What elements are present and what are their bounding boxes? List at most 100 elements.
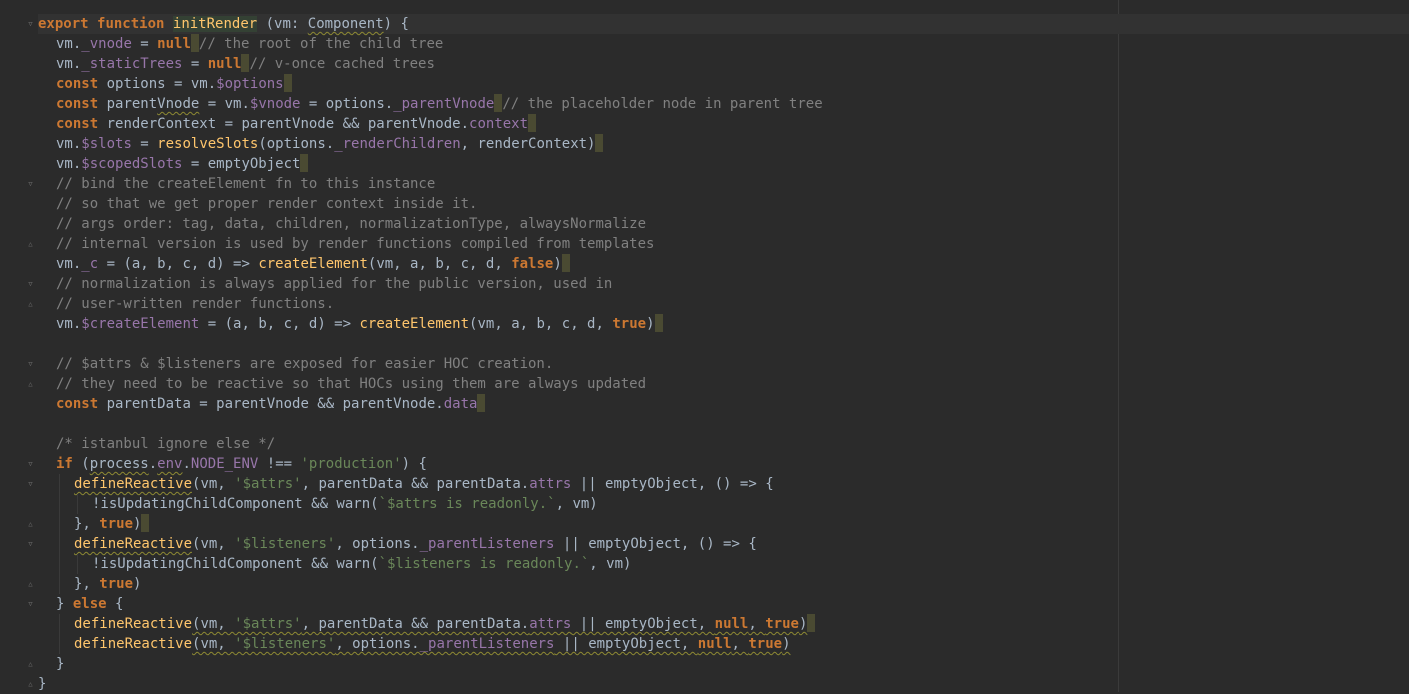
code-token: function [97, 16, 165, 32]
indent-guide [59, 614, 60, 634]
code-line[interactable]: const renderContext = parentVnode && par… [38, 114, 1409, 134]
code-token: process [89, 456, 149, 472]
code-line[interactable]: export function initRender (vm: Componen… [38, 14, 1409, 34]
code-line[interactable]: if (process.env.NODE_ENV !== 'production… [38, 454, 1409, 474]
code-line[interactable]: // normalization is always applied for t… [38, 274, 1409, 294]
code-token: attrs [529, 476, 572, 492]
code-token: , [731, 636, 749, 652]
code-token: context [469, 116, 529, 132]
fold-open-icon[interactable] [26, 600, 35, 609]
code-line[interactable]: const parentData = parentVnode && parent… [38, 394, 1409, 414]
code-line[interactable]: !isUpdatingChildComponent && warn(`$attr… [38, 494, 1409, 514]
code-line[interactable]: defineReactive(vm, '$listeners', options… [38, 634, 1409, 654]
code-token: . [182, 456, 191, 472]
code-line[interactable]: vm._vnode = null // the root of the child… [38, 34, 1409, 54]
code-token: $createElement [81, 316, 200, 332]
fold-open-icon[interactable] [26, 280, 35, 289]
code-line[interactable]: const parentVnode = vm.$vnode = options.… [38, 94, 1409, 114]
code-token: = (a, b, c, d) => [199, 316, 360, 332]
code-line[interactable]: vm._staticTrees = null // v-once cached t… [38, 54, 1409, 74]
code-token: , renderContext) [460, 136, 596, 152]
code-line[interactable]: vm._c = (a, b, c, d) => createElement(vm… [38, 254, 1409, 274]
fold-open-icon[interactable] [26, 480, 35, 489]
code-token: (vm, a, b, c, d, [469, 316, 613, 332]
code-line[interactable] [38, 414, 1409, 434]
code-line[interactable]: // $attrs & $listeners are exposed for e… [38, 354, 1409, 374]
code-line[interactable]: // internal version is used by render fu… [38, 234, 1409, 254]
fold-close-icon[interactable] [26, 240, 35, 249]
code-line[interactable] [38, 334, 1409, 354]
fold-close-icon[interactable] [26, 660, 35, 669]
code-line[interactable]: } else { [38, 594, 1409, 614]
code-line[interactable]: defineReactive(vm, '$attrs', parentData … [38, 614, 1409, 634]
highlight-marker [141, 514, 150, 532]
fold-close-icon[interactable] [26, 300, 35, 309]
code-area[interactable]: export function initRender (vm: Componen… [38, 14, 1409, 694]
code-line[interactable]: }, true) [38, 574, 1409, 594]
indent-guide [77, 554, 78, 574]
code-token: (vm, a, b, c, d, [367, 256, 512, 272]
fold-close-icon[interactable] [26, 580, 35, 589]
code-line[interactable]: // args order: tag, data, children, norm… [38, 214, 1409, 234]
code-line[interactable]: // they need to be reactive so that HOCs… [38, 374, 1409, 394]
code-token: vm. [56, 316, 82, 332]
code-line[interactable]: // bind the createElement fn to this ins… [38, 174, 1409, 194]
code-token: , options. [335, 636, 420, 652]
code-token: ) { [401, 456, 427, 472]
code-token: _staticTrees [81, 56, 183, 72]
fold-open-icon[interactable] [26, 540, 35, 549]
code-token: env [157, 456, 183, 472]
code-token: NODE_ENV [190, 456, 259, 472]
code-token: , vm) [555, 496, 598, 512]
code-token: data [443, 396, 478, 412]
code-token: || emptyObject, () => { [554, 536, 757, 552]
code-line[interactable]: vm.$slots = resolveSlots(options._render… [38, 134, 1409, 154]
code-token: vm. [56, 136, 82, 152]
fold-open-icon[interactable] [26, 20, 35, 29]
code-token: createElement [359, 316, 470, 332]
fold-close-icon[interactable] [26, 380, 35, 389]
fold-open-icon[interactable] [26, 180, 35, 189]
code-token: null [714, 616, 749, 632]
code-line[interactable]: // user-written render functions. [38, 294, 1409, 314]
fold-close-icon[interactable] [26, 680, 35, 689]
code-token: , vm) [589, 556, 632, 572]
code-token: true [99, 516, 134, 532]
code-token: } [56, 656, 65, 672]
code-token: initRender [172, 16, 258, 32]
code-editor[interactable]: export function initRender (vm: Componen… [0, 0, 1409, 692]
code-line[interactable]: // so that we get proper render context … [38, 194, 1409, 214]
code-token: const [56, 396, 99, 412]
highlight-marker [477, 394, 486, 412]
code-token: true [748, 636, 783, 652]
code-line[interactable]: const options = vm.$options [38, 74, 1409, 94]
code-line[interactable]: !isUpdatingChildComponent && warn(`$list… [38, 554, 1409, 574]
indent-guide [59, 634, 60, 654]
code-token: // the root of the child tree [198, 36, 444, 52]
code-token: $slots [81, 136, 132, 152]
code-token: = [182, 56, 208, 72]
code-token: // the placeholder node in parent tree [502, 96, 823, 112]
code-line[interactable]: defineReactive(vm, '$attrs', parentData … [38, 474, 1409, 494]
indent-guide [59, 574, 60, 594]
code-line[interactable]: }, true) [38, 514, 1409, 534]
code-line[interactable]: } [38, 654, 1409, 674]
code-line[interactable]: /* istanbul ignore else */ [38, 434, 1409, 454]
code-token: , parentData && parentData. [301, 616, 530, 632]
code-line[interactable]: vm.$scopedSlots = emptyObject [38, 154, 1409, 174]
fold-open-icon[interactable] [26, 460, 35, 469]
code-token: parent [98, 96, 158, 112]
code-token: renderContext = parentVnode && parentVno… [98, 116, 470, 132]
code-line[interactable]: vm.$createElement = (a, b, c, d) => crea… [38, 314, 1409, 334]
fold-close-icon[interactable] [26, 520, 35, 529]
code-token: $options [216, 76, 284, 92]
code-token: ) [798, 616, 808, 632]
code-token: }, [74, 516, 100, 532]
code-line[interactable]: } [38, 674, 1409, 694]
code-token: ) [646, 316, 655, 332]
code-line[interactable]: defineReactive(vm, '$listeners', options… [38, 534, 1409, 554]
code-token: true [612, 316, 647, 332]
code-token: false [511, 256, 554, 272]
code-token: $scopedSlots [81, 156, 183, 172]
fold-open-icon[interactable] [26, 360, 35, 369]
